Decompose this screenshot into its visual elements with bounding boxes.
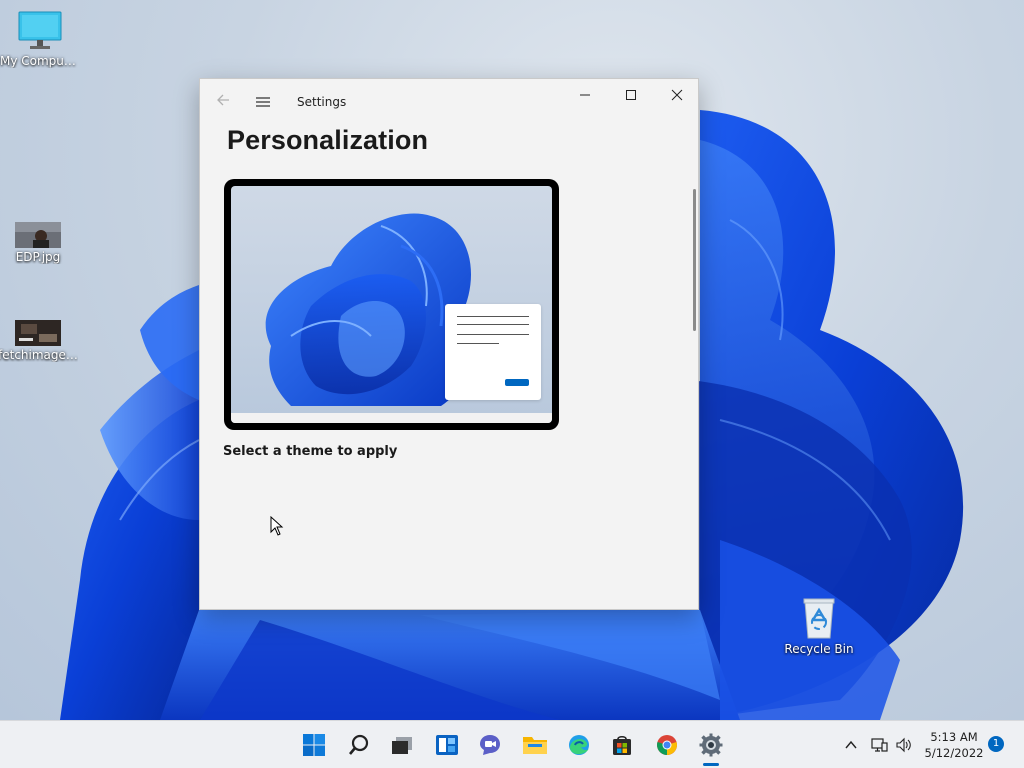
notification-badge[interactable]: 1 (988, 736, 1004, 752)
clock[interactable]: 5:13 AM 5/12/2022 (918, 729, 990, 761)
tray-volume-button[interactable] (892, 729, 916, 761)
back-arrow-icon (217, 94, 229, 106)
folder-icon (523, 737, 547, 754)
tray-overflow-button[interactable] (838, 729, 864, 761)
task-view-icon (392, 737, 412, 754)
maximize-button[interactable] (608, 79, 654, 111)
desktop-icon-my-computer[interactable]: My Computer (0, 10, 80, 68)
desktop-icon-recycle-bin[interactable]: Recycle Bin (779, 596, 859, 656)
active-app-indicator (703, 763, 719, 766)
app-title: Settings (297, 95, 347, 109)
page-title: Personalization (227, 125, 429, 155)
close-icon (671, 89, 683, 101)
taskbar-edge-button[interactable] (563, 729, 595, 761)
preview-taskbar (231, 413, 552, 423)
taskbar: 5:13 AM 5/12/2022 (0, 720, 1024, 768)
clock-time: 5:13 AM (930, 730, 978, 744)
teams-chat-icon (480, 735, 500, 755)
taskbar-store-button[interactable] (606, 729, 638, 761)
store-icon (613, 735, 631, 755)
desktop-icon-edp-jpg[interactable]: EDP.jpg (0, 222, 78, 264)
scrollbar[interactable] (693, 189, 696, 331)
image-thumbnail-icon (15, 222, 61, 248)
edge-browser-icon (569, 735, 589, 755)
theme-preview (224, 179, 559, 430)
clock-date: 5/12/2022 (924, 746, 984, 760)
taskbar-start-button[interactable] (298, 729, 330, 761)
taskbar-search-button[interactable] (343, 729, 375, 761)
preview-mini-button (505, 379, 529, 386)
minimize-icon (580, 94, 590, 96)
maximize-icon (626, 90, 636, 100)
desktop-icon-label: EDP.jpg (15, 250, 61, 264)
taskbar-chat-button[interactable] (474, 729, 506, 761)
network-icon (871, 738, 888, 752)
chevron-up-icon (845, 740, 857, 749)
taskbar-file-explorer-button[interactable] (519, 729, 551, 761)
volume-icon (896, 737, 911, 753)
hamburger-menu-icon (256, 97, 270, 107)
monitor-icon (18, 11, 62, 49)
taskbar-task-view-button[interactable] (386, 729, 418, 761)
desktop-icon-fetchimage[interactable]: fetchimage.... (0, 320, 78, 362)
chrome-browser-icon (657, 735, 677, 755)
search-icon (349, 734, 369, 755)
title-bar[interactable]: Settings (200, 79, 698, 127)
taskbar-chrome-button[interactable] (651, 729, 683, 761)
desktop-icon-label: fetchimage.... (0, 348, 78, 362)
gear-icon (699, 733, 723, 757)
taskbar-widgets-button[interactable] (431, 729, 463, 761)
close-button[interactable] (654, 79, 700, 111)
widgets-icon (436, 735, 458, 755)
tray-network-button[interactable] (867, 729, 891, 761)
desktop-icon-label: Recycle Bin (784, 642, 854, 656)
mouse-cursor-icon (270, 516, 284, 536)
theme-preview-image (231, 186, 552, 423)
preview-mini-window (445, 304, 541, 400)
minimize-button[interactable] (562, 79, 608, 111)
taskbar-settings-button[interactable] (695, 729, 727, 761)
recycle-bin-icon (803, 598, 835, 639)
windows-start-icon (303, 734, 325, 756)
back-button[interactable] (212, 91, 234, 113)
navigation-menu-button[interactable] (252, 91, 274, 113)
desktop-icon-label: My Computer (0, 54, 80, 68)
image-thumbnail-icon (15, 320, 61, 346)
theme-section-label: Select a theme to apply (223, 444, 398, 459)
